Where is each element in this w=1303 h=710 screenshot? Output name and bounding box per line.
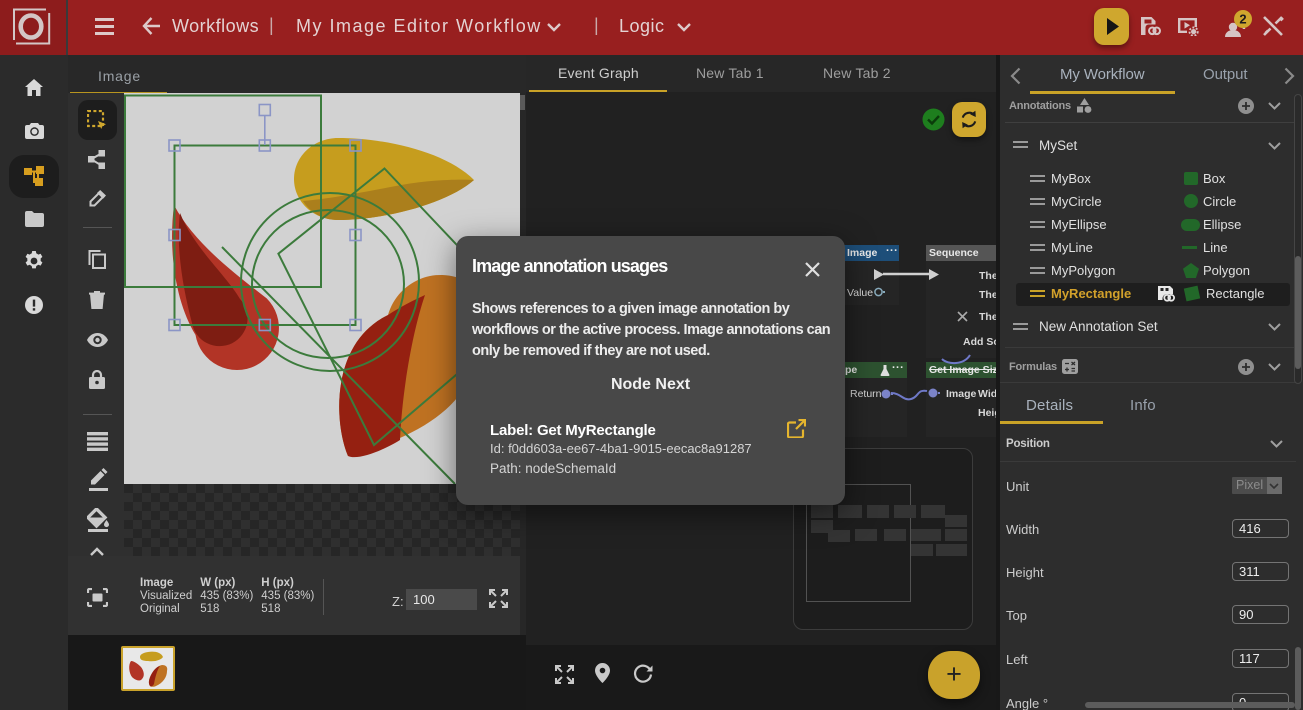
svg-text:2: 2 bbox=[1239, 12, 1246, 27]
